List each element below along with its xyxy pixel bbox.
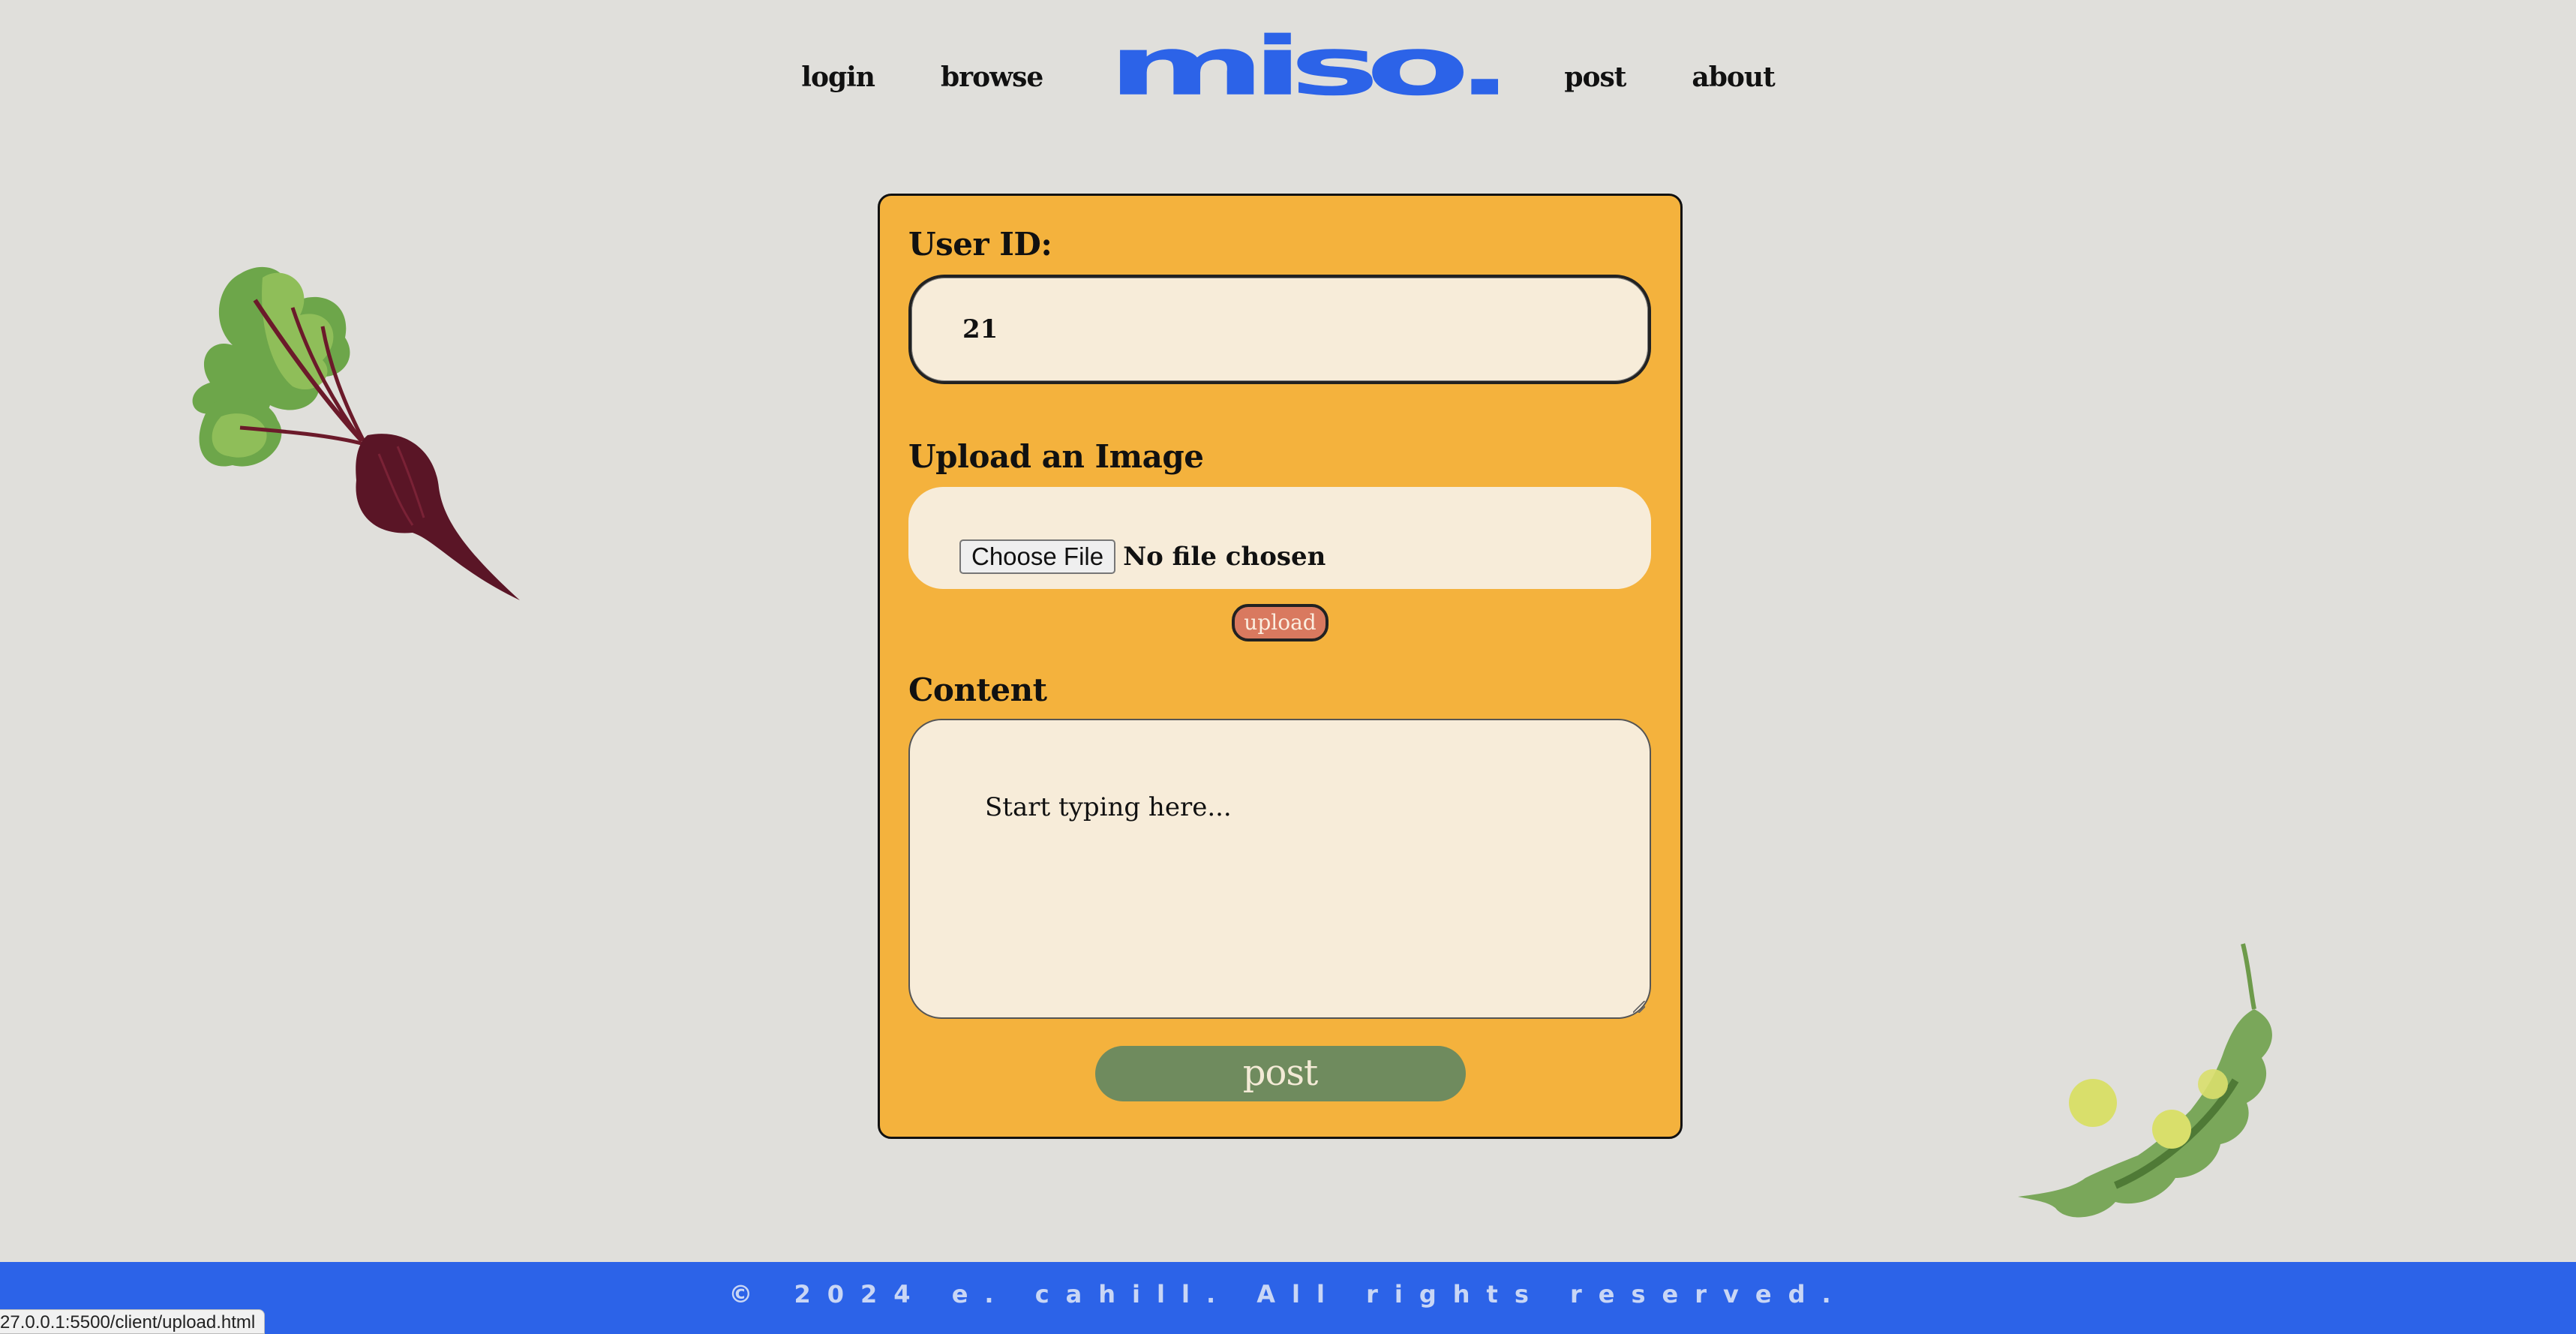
site-logo[interactable]: miso. bbox=[1108, 26, 1514, 107]
file-input-container: Choose File No file chosen bbox=[908, 487, 1651, 589]
browser-status-url: 27.0.0.1:5500/client/upload.html bbox=[0, 1309, 266, 1334]
nav-link-post[interactable]: post bbox=[1564, 62, 1626, 93]
pea-pod-illustration bbox=[2018, 943, 2272, 1218]
nav-link-about[interactable]: about bbox=[1692, 62, 1775, 93]
upload-button[interactable]: upload bbox=[1232, 604, 1329, 641]
beet-illustration bbox=[192, 266, 520, 600]
no-file-chosen-text: No file chosen bbox=[1123, 542, 1326, 572]
post-button[interactable]: post bbox=[1094, 1045, 1466, 1101]
user-id-label: User ID: bbox=[908, 226, 1052, 263]
choose-file-button[interactable]: Choose File bbox=[959, 539, 1116, 574]
nav-link-browse[interactable]: browse bbox=[941, 62, 1043, 93]
content-label: Content bbox=[908, 671, 1047, 708]
user-id-field[interactable]: 21 bbox=[908, 275, 1651, 384]
upload-image-label: Upload an Image bbox=[908, 438, 1204, 475]
top-nav: login browse miso. post about bbox=[0, 26, 2576, 113]
copyright-text: © 2024 e. cahill. All rights reserved. bbox=[728, 1280, 1848, 1308]
nav-link-login[interactable]: login bbox=[801, 62, 875, 93]
footer: © 2024 e. cahill. All rights reserved. bbox=[0, 1262, 2576, 1334]
content-textarea[interactable]: Start typing here... bbox=[908, 718, 1651, 1019]
user-id-value: 21 bbox=[962, 314, 998, 344]
content-placeholder: Start typing here... bbox=[985, 792, 1232, 822]
resize-handle-icon[interactable] bbox=[1633, 1000, 1645, 1013]
post-form-card: User ID: 21 Upload an Image Choose File … bbox=[878, 194, 1683, 1139]
